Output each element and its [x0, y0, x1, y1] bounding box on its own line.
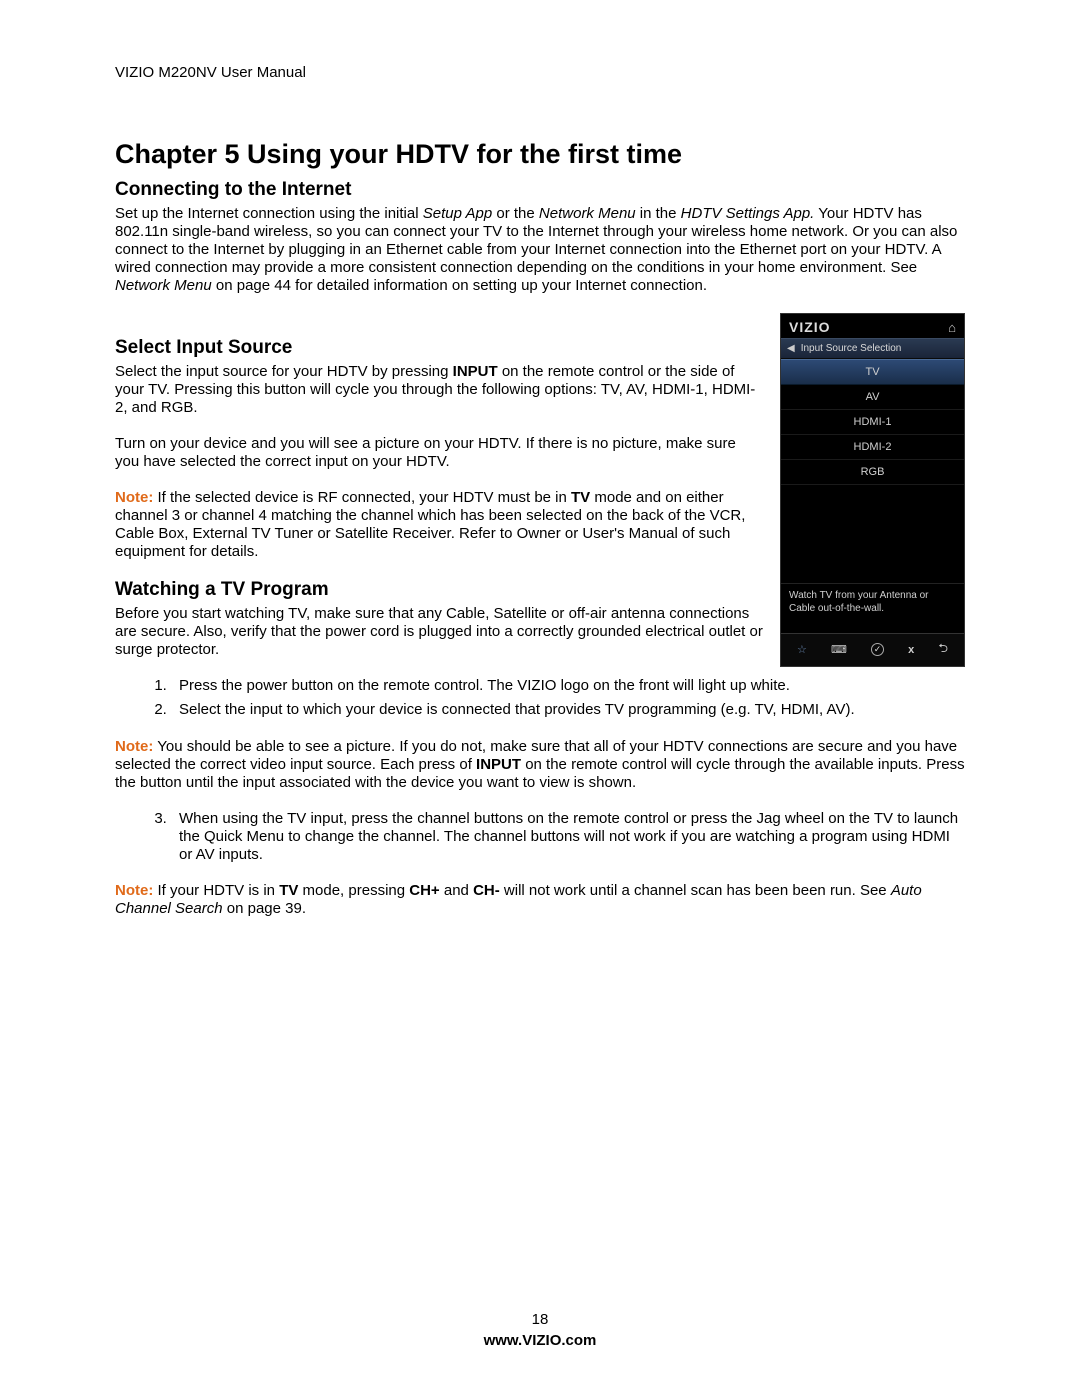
- text: will not work until a channel scan has b…: [500, 882, 891, 899]
- keyboard-icon[interactable]: ⌨: [831, 643, 847, 656]
- return-icon[interactable]: ⮌: [938, 639, 948, 660]
- input-button-ref: INPUT: [453, 363, 498, 380]
- vizio-logo: VIZIO: [789, 319, 831, 335]
- section-title-select-input: Select Input Source: [115, 337, 764, 359]
- watching-note-2: Note: You should be able to see a pictur…: [115, 738, 965, 792]
- two-column-section: Select Input Source Select the input sou…: [115, 313, 965, 677]
- input-button-ref: INPUT: [476, 756, 521, 773]
- step-1: Press the power button on the remote con…: [171, 677, 965, 695]
- tv-input-item-hdmi1[interactable]: HDMI-1: [781, 410, 964, 435]
- select-input-paragraph-1: Select the input source for your HDTV by…: [115, 363, 764, 417]
- breadcrumb-label: Input Source Selection: [801, 343, 902, 354]
- tv-menu-footer: ☆ ⌨ ✓ x ⮌: [781, 633, 964, 666]
- section-title-connecting: Connecting to the Internet: [115, 179, 965, 201]
- text: on page 44 for detailed information on s…: [212, 277, 707, 294]
- text: in the: [636, 205, 681, 222]
- note-label: Note:: [115, 738, 153, 755]
- setup-app-ref: Setup App: [423, 205, 493, 222]
- tv-list-blank-area: [781, 485, 964, 583]
- select-input-note: Note: If the selected device is RF conne…: [115, 489, 764, 561]
- text: If your HDTV is in: [153, 882, 279, 899]
- tv-input-item-tv[interactable]: TV: [781, 359, 964, 385]
- tv-input-item-rgb[interactable]: RGB: [781, 460, 964, 485]
- back-arrow-icon[interactable]: ◀: [787, 343, 795, 354]
- tv-mode-ref: TV: [279, 882, 298, 899]
- tv-menu-header: VIZIO ⌂: [781, 314, 964, 338]
- page-number: 18: [0, 1311, 1080, 1328]
- chapter-title: Chapter 5 Using your HDTV for the first …: [115, 139, 965, 170]
- text: Select the input source for your HDTV by…: [115, 363, 453, 380]
- left-column: Select Input Source Select the input sou…: [115, 313, 764, 677]
- text: and: [440, 882, 473, 899]
- home-icon[interactable]: ⌂: [948, 320, 956, 335]
- tv-menu-breadcrumb[interactable]: ◀ Input Source Selection: [781, 338, 964, 359]
- tv-input-list: TV AV HDMI-1 HDMI-2 RGB: [781, 359, 964, 583]
- tv-input-item-av[interactable]: AV: [781, 385, 964, 410]
- page-footer: 18 www.VIZIO.com: [0, 1311, 1080, 1349]
- connecting-paragraph: Set up the Internet connection using the…: [115, 205, 965, 295]
- ch-minus-ref: CH-: [473, 882, 500, 899]
- tv-mode-ref: TV: [571, 489, 590, 506]
- watching-steps-1-2: Press the power button on the remote con…: [171, 677, 965, 720]
- network-menu-ref-2: Network Menu: [115, 277, 212, 294]
- network-menu-ref: Network Menu: [539, 205, 636, 222]
- hdtv-settings-ref: HDTV Settings App.: [681, 205, 815, 222]
- note-label: Note:: [115, 489, 153, 506]
- page-header: VIZIO M220NV User Manual: [115, 64, 965, 81]
- manual-page: VIZIO M220NV User Manual Chapter 5 Using…: [0, 0, 1080, 918]
- footer-site: www.VIZIO.com: [0, 1332, 1080, 1349]
- step-2: Select the input to which your device is…: [171, 701, 965, 719]
- watching-paragraph-1: Before you start watching TV, make sure …: [115, 605, 764, 659]
- text: Set up the Internet connection using the…: [115, 205, 423, 222]
- right-column: VIZIO ⌂ ◀ Input Source Selection TV AV H…: [780, 313, 965, 677]
- close-icon[interactable]: x: [908, 644, 914, 656]
- select-input-paragraph-2: Turn on your device and you will see a p…: [115, 435, 764, 471]
- text: on page 39.: [223, 900, 306, 917]
- text: If the selected device is RF connected, …: [153, 489, 571, 506]
- section-title-watching: Watching a TV Program: [115, 579, 764, 601]
- ch-plus-ref: CH+: [409, 882, 439, 899]
- watching-note-3: Note: If your HDTV is in TV mode, pressi…: [115, 882, 965, 918]
- star-icon[interactable]: ☆: [797, 643, 807, 656]
- watching-step-3: When using the TV input, press the chann…: [171, 810, 965, 865]
- tv-input-item-hdmi2[interactable]: HDMI-2: [781, 435, 964, 460]
- text: or the: [492, 205, 539, 222]
- note-label: Note:: [115, 882, 153, 899]
- tv-help-text: Watch TV from your Antenna or Cable out-…: [781, 583, 964, 633]
- text: mode, pressing: [298, 882, 409, 899]
- confirm-icon[interactable]: ✓: [871, 643, 884, 656]
- step-3: When using the TV input, press the chann…: [171, 810, 965, 865]
- tv-menu-screenshot: VIZIO ⌂ ◀ Input Source Selection TV AV H…: [780, 313, 965, 667]
